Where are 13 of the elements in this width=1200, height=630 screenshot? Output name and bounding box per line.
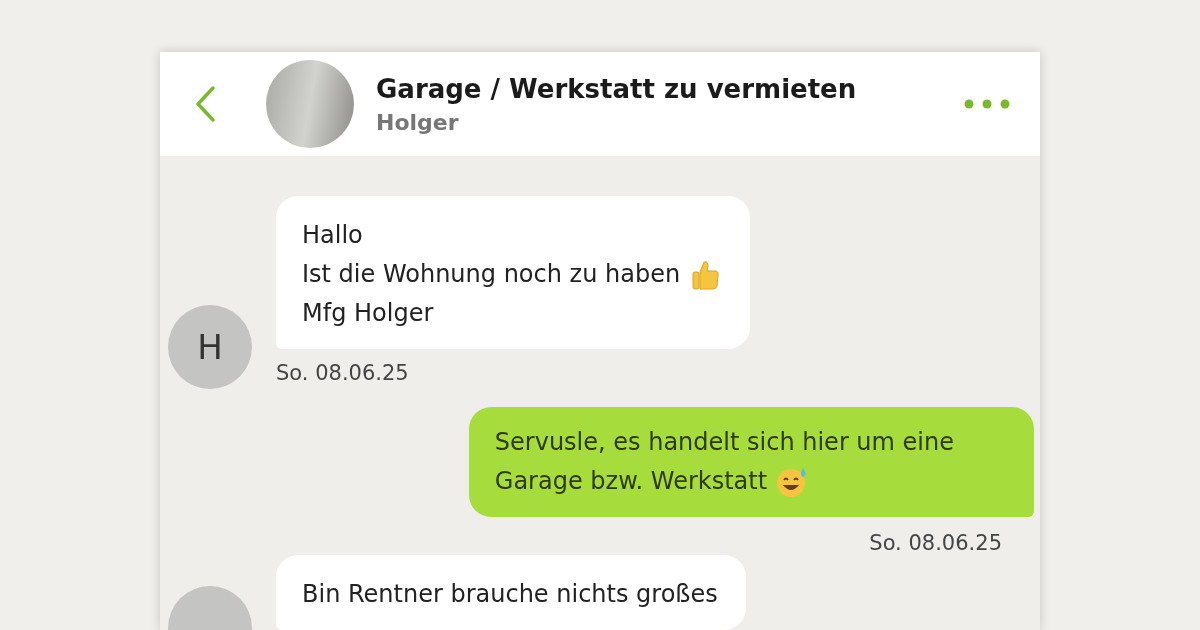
message-text: Hallo [302,220,363,251]
more-icon[interactable] [964,98,1010,110]
avatar: H [168,305,252,389]
message-text: Bin Rentner brauche nichts großes [302,579,718,610]
message-timestamp: So. 08.06.25 [869,531,1002,555]
message-text: Garage bzw. Werkstatt [494,466,768,497]
message-text: Servusle, es handelt sich hier um eine [494,427,954,458]
message-text: Mfg Holger [302,298,434,329]
message-text: Ist die Wohnung noch zu haben [302,259,681,290]
chat-title: Garage / Werkstatt zu vermieten [376,73,858,104]
message-timestamp: So. 08.06.25 [276,361,410,385]
chat-subtitle: Holger [376,109,460,135]
back-icon[interactable] [194,85,216,123]
